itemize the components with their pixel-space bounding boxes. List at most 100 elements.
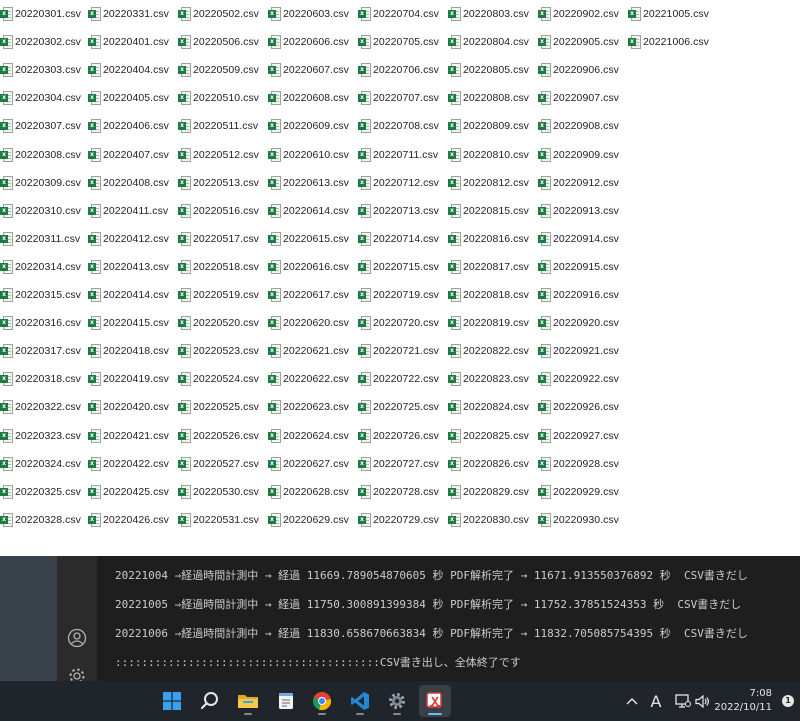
vscode-app[interactable] [344, 685, 376, 717]
file-item[interactable]: x 20220830.csv [448, 509, 538, 531]
file-item[interactable]: x 20220425.csv [88, 481, 178, 503]
file-explorer-app[interactable] [232, 685, 264, 717]
file-item[interactable]: x 20221006.csv [628, 31, 718, 53]
file-item[interactable]: x 20220816.csv [448, 228, 538, 250]
file-item[interactable]: x 20220324.csv [0, 453, 90, 475]
file-item[interactable]: x 20220902.csv [538, 3, 628, 25]
start-button[interactable] [156, 685, 188, 717]
file-item[interactable]: x 20220405.csv [88, 87, 178, 109]
file-item[interactable]: x 20220315.csv [0, 284, 90, 306]
file-item[interactable]: x 20220510.csv [178, 87, 268, 109]
file-item[interactable]: x 20220526.csv [178, 425, 268, 447]
file-item[interactable]: x 20220615.csv [268, 228, 358, 250]
file-item[interactable]: x 20220622.csv [268, 368, 358, 390]
file-item[interactable]: x 20220415.csv [88, 312, 178, 334]
file-item[interactable]: x 20220527.csv [178, 453, 268, 475]
file-item[interactable]: x 20220915.csv [538, 256, 628, 278]
account-icon[interactable] [65, 626, 89, 650]
file-item[interactable]: x 20220406.csv [88, 115, 178, 137]
file-item[interactable]: x 20220323.csv [0, 425, 90, 447]
file-item[interactable]: x 20220309.csv [0, 172, 90, 194]
file-item[interactable]: x 20220607.csv [268, 59, 358, 81]
file-item[interactable]: x 20220907.csv [538, 87, 628, 109]
file-item[interactable]: x 20220531.csv [178, 509, 268, 531]
file-item[interactable]: x 20220714.csv [358, 228, 448, 250]
chrome-app[interactable] [306, 685, 338, 717]
file-item[interactable]: x 20220728.csv [358, 481, 448, 503]
file-item[interactable]: x 20220704.csv [358, 3, 448, 25]
settings-gear-icon[interactable] [65, 666, 89, 681]
file-item[interactable]: x 20220920.csv [538, 312, 628, 334]
file-item[interactable]: x 20220408.csv [88, 172, 178, 194]
file-item[interactable]: x 20220314.csv [0, 256, 90, 278]
tray-overflow-chevron-icon[interactable] [624, 681, 640, 721]
file-item[interactable]: x 20220506.csv [178, 31, 268, 53]
file-item[interactable]: x 20220511.csv [178, 115, 268, 137]
volume-icon[interactable] [694, 681, 710, 721]
file-item[interactable]: x 20220401.csv [88, 31, 178, 53]
file-item[interactable]: x 20220304.csv [0, 87, 90, 109]
file-item[interactable]: x 20220928.csv [538, 453, 628, 475]
file-item[interactable]: x 20220603.csv [268, 3, 358, 25]
file-item[interactable]: x 20220420.csv [88, 396, 178, 418]
file-item[interactable]: x 20220524.csv [178, 368, 268, 390]
file-item[interactable]: x 20220824.csv [448, 396, 538, 418]
file-item[interactable]: x 20220413.csv [88, 256, 178, 278]
file-item[interactable]: x 20220322.csv [0, 396, 90, 418]
file-item[interactable]: x 20220418.csv [88, 340, 178, 362]
file-item[interactable]: x 20220912.csv [538, 172, 628, 194]
ime-indicator[interactable]: A [647, 681, 665, 721]
file-item[interactable]: x 20220331.csv [88, 3, 178, 25]
file-item[interactable]: x 20220421.csv [88, 425, 178, 447]
file-item[interactable]: x 20220627.csv [268, 453, 358, 475]
file-item[interactable]: x 20220307.csv [0, 115, 90, 137]
file-item[interactable]: x 20220826.csv [448, 453, 538, 475]
file-item[interactable]: x 20220815.csv [448, 200, 538, 222]
file-item[interactable]: x 20220706.csv [358, 59, 448, 81]
file-item[interactable]: x 20220805.csv [448, 59, 538, 81]
file-item[interactable]: x 20220715.csv [358, 256, 448, 278]
snipping-tool-app[interactable] [419, 685, 451, 717]
file-item[interactable]: x 20220803.csv [448, 3, 538, 25]
file-item[interactable]: x 20220721.csv [358, 340, 448, 362]
file-item[interactable]: x 20220317.csv [0, 340, 90, 362]
file-item[interactable]: x 20220822.csv [448, 340, 538, 362]
file-item[interactable]: x 20220530.csv [178, 481, 268, 503]
file-item[interactable]: x 20221005.csv [628, 3, 718, 25]
file-item[interactable]: x 20220809.csv [448, 115, 538, 137]
file-item[interactable]: x 20220808.csv [448, 87, 538, 109]
file-item[interactable]: x 20220520.csv [178, 312, 268, 334]
file-item[interactable]: x 20220617.csv [268, 284, 358, 306]
file-item[interactable]: x 20220818.csv [448, 284, 538, 306]
terminal-panel[interactable]: 20221004 ⇒経過時間計測中 → 経過 11669.78905487060… [97, 556, 800, 681]
file-item[interactable]: x 20220908.csv [538, 115, 628, 137]
notepad-app[interactable] [270, 685, 302, 717]
file-item[interactable]: x 20220302.csv [0, 31, 90, 53]
file-item[interactable]: x 20220823.csv [448, 368, 538, 390]
file-item[interactable]: x 20220407.csv [88, 144, 178, 166]
file-item[interactable]: x 20220512.csv [178, 144, 268, 166]
file-item[interactable]: x 20220318.csv [0, 368, 90, 390]
file-item[interactable]: x 20220404.csv [88, 59, 178, 81]
file-item[interactable]: x 20220609.csv [268, 115, 358, 137]
file-item[interactable]: x 20220921.csv [538, 340, 628, 362]
file-item[interactable]: x 20220927.csv [538, 425, 628, 447]
file-item[interactable]: x 20220613.csv [268, 172, 358, 194]
file-item[interactable]: x 20220720.csv [358, 312, 448, 334]
file-item[interactable]: x 20220817.csv [448, 256, 538, 278]
file-item[interactable]: x 20220608.csv [268, 87, 358, 109]
file-item[interactable]: x 20220621.csv [268, 340, 358, 362]
file-item[interactable]: x 20220525.csv [178, 396, 268, 418]
file-item[interactable]: x 20220722.csv [358, 368, 448, 390]
file-item[interactable]: x 20220308.csv [0, 144, 90, 166]
file-item[interactable]: x 20220905.csv [538, 31, 628, 53]
file-item[interactable]: x 20220726.csv [358, 425, 448, 447]
file-item[interactable]: x 20220929.csv [538, 481, 628, 503]
file-item[interactable]: x 20220906.csv [538, 59, 628, 81]
file-item[interactable]: x 20220804.csv [448, 31, 538, 53]
file-item[interactable]: x 20220516.csv [178, 200, 268, 222]
file-item[interactable]: x 20220914.csv [538, 228, 628, 250]
file-item[interactable]: x 20220426.csv [88, 509, 178, 531]
file-item[interactable]: x 20220909.csv [538, 144, 628, 166]
file-item[interactable]: x 20220727.csv [358, 453, 448, 475]
